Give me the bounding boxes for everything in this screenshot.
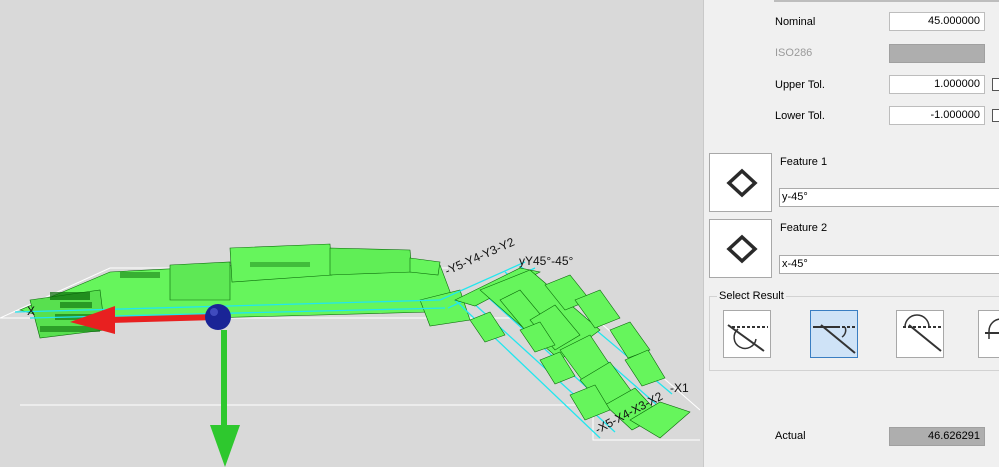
angle-result-4-icon xyxy=(985,318,999,339)
3d-viewport[interactable]: yY45°-45° -Y5-Y4-Y3-Y2 -X1 -X5-X4-X3-X2 … xyxy=(0,0,703,467)
properties-panel: Nominal 45.000000 ISO286 Upper Tol. 1.00… xyxy=(703,0,999,467)
angle-result-1-icon xyxy=(727,324,768,352)
feature2-button[interactable] xyxy=(709,219,772,278)
lower-tol-checkbox[interactable] xyxy=(992,109,999,122)
result-option-3[interactable] xyxy=(896,310,944,358)
feature2-title: Feature 2 xyxy=(780,222,828,234)
panel-divider xyxy=(774,0,999,2)
upper-tol-label: Upper Tol. xyxy=(775,79,825,91)
lower-tol-field[interactable]: -1.000000 xyxy=(889,106,985,125)
select-result-label: Select Result xyxy=(717,290,786,302)
feature2-input[interactable]: x-45° xyxy=(779,255,999,274)
result-option-1[interactable] xyxy=(723,310,771,358)
z-axis-arrow[interactable] xyxy=(210,330,240,467)
feature-label-x1: -X1 xyxy=(670,381,689,395)
actual-label: Actual xyxy=(775,430,806,442)
feature1-title: Feature 1 xyxy=(780,156,828,168)
lower-tol-label: Lower Tol. xyxy=(775,110,825,122)
result-option-2[interactable] xyxy=(810,310,858,358)
axis-label-x: X xyxy=(27,304,36,318)
iso286-field[interactable] xyxy=(889,44,985,63)
nominal-label: Nominal xyxy=(775,16,816,28)
upper-tol-field[interactable]: 1.000000 xyxy=(889,75,985,94)
angle-result-3-icon xyxy=(903,314,942,352)
feature-label-angle: yY45°-45° xyxy=(519,254,574,268)
diamond-icon xyxy=(726,234,758,264)
origin-ball[interactable] xyxy=(205,304,231,330)
iso286-label: ISO286 xyxy=(775,47,813,59)
feature1-input[interactable]: y-45° xyxy=(779,188,999,207)
nominal-field[interactable]: 45.000000 xyxy=(889,12,985,31)
diamond-icon xyxy=(726,168,758,198)
actual-field: 46.626291 xyxy=(889,427,985,446)
upper-tol-checkbox[interactable] xyxy=(992,78,999,91)
result-option-4[interactable] xyxy=(978,310,999,358)
angle-result-2-icon xyxy=(813,324,857,354)
feature1-button[interactable] xyxy=(709,153,772,212)
model-scene[interactable] xyxy=(0,0,703,467)
